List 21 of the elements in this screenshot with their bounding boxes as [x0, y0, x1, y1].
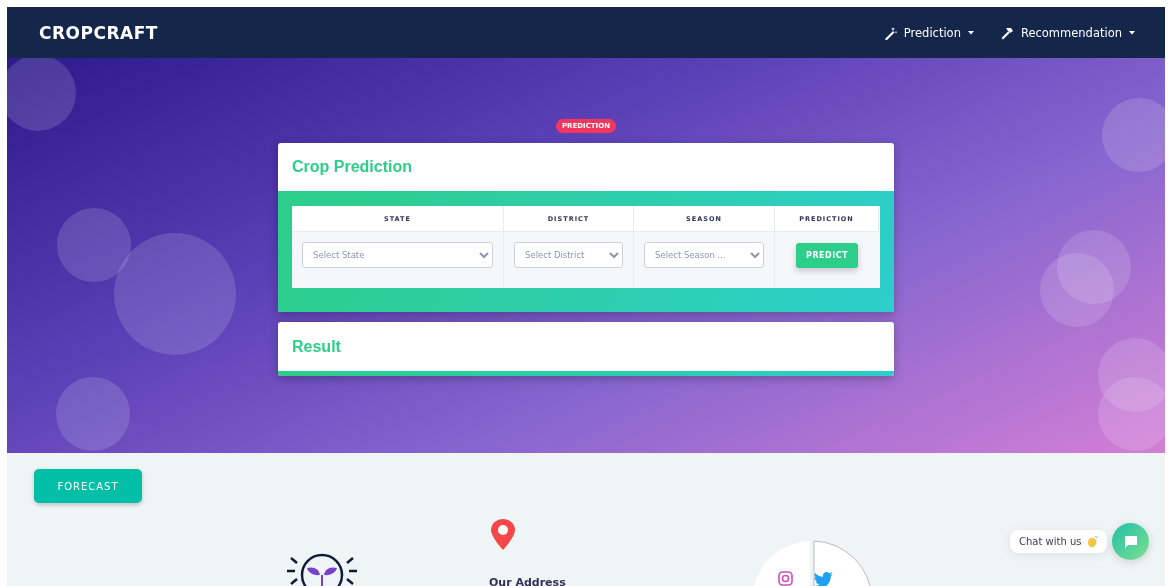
- chat-prompt[interactable]: Chat with us: [1010, 530, 1107, 553]
- dropdown-field[interactable]: Select District: [514, 242, 623, 268]
- forecast-button[interactable]: FORECAST: [34, 469, 142, 503]
- nav-menu[interactable]: Prediction: [882, 25, 974, 40]
- dropdown-field[interactable]: Select Season ...: [644, 242, 764, 268]
- address-heading: Our Address: [489, 576, 566, 586]
- hammer-icon: [999, 25, 1014, 40]
- caret-icon: [967, 30, 974, 35]
- card-title: Crop Prediction: [292, 158, 412, 176]
- twitter-button[interactable]: [813, 540, 872, 586]
- card-title: Result: [292, 337, 341, 356]
- chat-text: Chat with us: [1019, 536, 1082, 547]
- chat-icon: [1123, 534, 1138, 549]
- location-pin-icon: [488, 518, 518, 552]
- dropdown-field[interactable]: Select State: [302, 242, 493, 268]
- instagram-button[interactable]: [752, 541, 810, 586]
- brand-logo[interactable]: CROPCRAFT: [39, 22, 158, 43]
- caret-icon: [1129, 30, 1135, 35]
- predict-button[interactable]: PREDICT: [796, 243, 858, 268]
- chat-button[interactable]: [1112, 523, 1149, 560]
- nav-menu[interactable]: Recommendation: [999, 25, 1135, 40]
